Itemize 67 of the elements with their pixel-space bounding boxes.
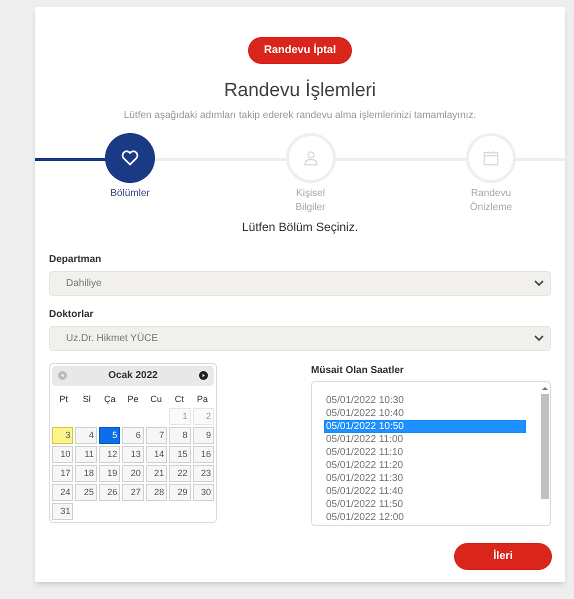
day-cell[interactable]: 10 bbox=[52, 446, 74, 462]
next-month-icon[interactable] bbox=[199, 371, 208, 380]
day-cell[interactable]: 13 bbox=[122, 446, 144, 462]
person-icon bbox=[302, 148, 320, 166]
dropdown-field[interactable]: Uz.Dr. Hikmet YÜCE bbox=[49, 326, 551, 350]
time-option[interactable]: 05/01/2022 10:40 bbox=[324, 406, 526, 420]
day-cell[interactable]: 6 bbox=[122, 426, 144, 444]
day-cell[interactable]: 12 bbox=[98, 446, 120, 462]
next-button[interactable]: İleri bbox=[454, 542, 552, 570]
weekday-label: Ça bbox=[103, 392, 117, 406]
day-cell[interactable]: 30 bbox=[192, 484, 214, 500]
day-cell[interactable]: 14 bbox=[146, 446, 168, 462]
day-cell[interactable]: 28 bbox=[146, 484, 168, 500]
day-cell[interactable]: 29 bbox=[169, 484, 191, 500]
calendar-icon bbox=[482, 148, 500, 166]
day-cell[interactable]: 15 bbox=[169, 446, 191, 462]
weekday-label: Pe bbox=[126, 392, 140, 406]
chevron-down-icon bbox=[534, 334, 544, 342]
time-option[interactable]: 05/01/2022 12:00 bbox=[324, 510, 526, 524]
day-cell[interactable]: 18 bbox=[75, 464, 97, 482]
time-option[interactable]: 05/01/2022 11:50 bbox=[324, 498, 526, 510]
field-label: Müsait Olan Saatler bbox=[311, 364, 405, 378]
time-option[interactable]: 05/01/2022 11:30 bbox=[324, 472, 526, 484]
step-label: Kişisel Bilgiler bbox=[294, 186, 326, 214]
section-prompt: Lütfen Bölüm Seçiniz. bbox=[242, 218, 358, 236]
day-cell[interactable]: 22 bbox=[169, 464, 191, 482]
time-option[interactable]: 05/01/2022 11:00 bbox=[324, 432, 526, 446]
day-cell[interactable]: 5 bbox=[98, 426, 120, 444]
step-label: Bölümler bbox=[109, 186, 151, 200]
cancel-appointment-button[interactable]: Randevu İptal bbox=[248, 37, 352, 64]
day-cell[interactable]: 19 bbox=[98, 464, 120, 482]
day-cell[interactable]: 16 bbox=[192, 446, 214, 462]
day-cell[interactable]: 26 bbox=[98, 484, 120, 500]
day-cell[interactable]: 21 bbox=[146, 464, 168, 482]
dropdown-field[interactable]: Dahiliye bbox=[49, 270, 551, 296]
day-cell[interactable]: 20 bbox=[122, 464, 144, 482]
day-cell[interactable]: 27 bbox=[122, 484, 144, 500]
weekday-label: Cu bbox=[149, 392, 163, 406]
weekday-label: Pt bbox=[58, 392, 69, 406]
day-cell[interactable]: 4 bbox=[75, 426, 97, 444]
day-cell[interactable]: 7 bbox=[146, 426, 168, 444]
field-label: Departman bbox=[49, 252, 102, 266]
day-cell[interactable]: 31 bbox=[52, 502, 74, 520]
step-label: Randevu Önizleme bbox=[468, 186, 514, 214]
time-option[interactable]: 05/01/2022 11:20 bbox=[324, 458, 526, 472]
day-cell[interactable]: 23 bbox=[192, 464, 214, 482]
field-label: Doktorlar bbox=[49, 308, 94, 322]
weekday-label: Ct bbox=[174, 392, 185, 406]
time-option[interactable]: 05/01/2022 11:40 bbox=[324, 484, 526, 498]
time-option[interactable]: 05/01/2022 10:30 bbox=[324, 394, 526, 406]
chevron-down-icon bbox=[534, 280, 544, 286]
page-title: Randevu İşlemleri bbox=[224, 78, 376, 103]
scroll-up-arrow-icon[interactable] bbox=[542, 386, 548, 390]
weekday-label: Pa bbox=[196, 392, 209, 406]
day-cell[interactable]: 24 bbox=[52, 484, 74, 500]
day-cell[interactable]: 11 bbox=[75, 446, 97, 462]
day-cell[interactable]: 3 bbox=[52, 426, 74, 444]
day-cell[interactable]: 8 bbox=[169, 426, 191, 444]
day-cell[interactable]: 17 bbox=[52, 464, 74, 482]
page-subtitle: Lütfen aşağıdaki adımları takip ederek randevu alma işlemlerinizi tamamlayınız. bbox=[124, 108, 476, 122]
day-cell[interactable]: 9 bbox=[192, 426, 214, 444]
month-title: Ocak 2022 bbox=[108, 369, 158, 383]
weekday-label: Sl bbox=[82, 392, 92, 406]
previous-month-icon[interactable] bbox=[58, 371, 67, 380]
time-option[interactable]: 05/01/2022 11:10 bbox=[324, 446, 526, 458]
day-cell[interactable]: 25 bbox=[75, 484, 97, 500]
heart-icon bbox=[121, 150, 139, 166]
